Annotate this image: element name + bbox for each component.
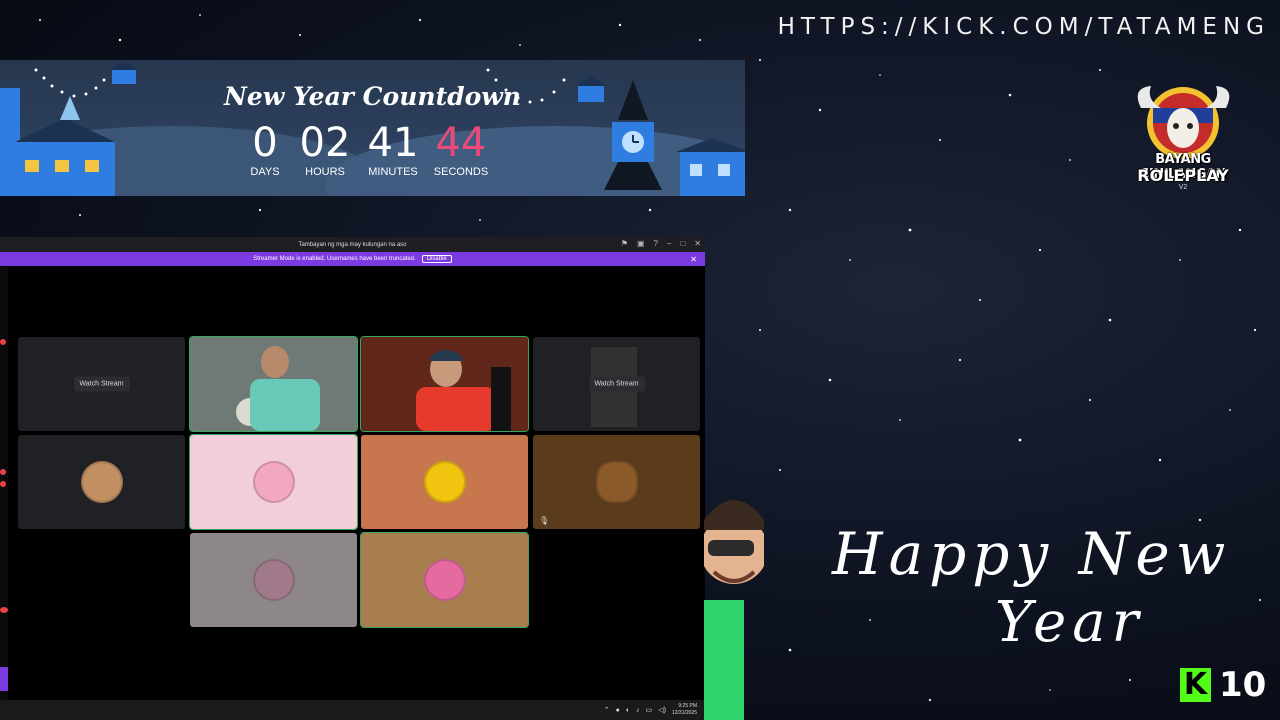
minutes-label: MINUTES — [368, 166, 418, 178]
windows-taskbar: ⌃ ● ◐ ♪ ▭ ◁) 9:25 PM 12/31/2025 — [0, 700, 705, 720]
avatar — [80, 461, 123, 503]
countdown-title: New Year Countdown — [224, 82, 521, 111]
participant-tile[interactable] — [189, 434, 358, 530]
avatar — [423, 559, 466, 601]
countdown-seconds: 44 SECONDS — [430, 122, 492, 178]
avatar — [252, 461, 295, 503]
participant-tile[interactable] — [18, 435, 185, 529]
countdown-hours: 02 HOURS — [294, 122, 356, 178]
greeting-line1: Happy New — [832, 520, 1232, 588]
camera-tile[interactable] — [189, 336, 358, 432]
window-controls: ⚑ ▣ ? – □ ✕ — [621, 239, 701, 248]
notification-dot — [0, 469, 6, 475]
countdown-units: 0 DAYS 02 HOURS 41 MINUTES 44 SECONDS — [250, 122, 492, 178]
camera-feed — [190, 337, 357, 431]
screen-icon[interactable]: ▣ — [637, 239, 645, 248]
viewer-count: 10 — [1219, 665, 1267, 705]
participant-tile[interactable] — [361, 435, 528, 529]
kick-url-text: HTTPS://KICK.COM/TATAMENG — [777, 14, 1270, 40]
help-icon[interactable]: ? — [654, 239, 658, 248]
stream-tile[interactable]: Watch Stream — [18, 337, 185, 431]
tray-app-icon[interactable]: ● — [616, 707, 620, 714]
tray-chevron-icon[interactable]: ⌃ — [604, 706, 610, 714]
maximize-icon[interactable]: □ — [680, 239, 685, 248]
stream-tile[interactable]: Watch Stream — [533, 337, 700, 431]
kick-viewer-badge: K 10 — [1180, 665, 1266, 705]
tray-app-icon[interactable]: ◐ — [626, 707, 630, 714]
banner-close-icon[interactable]: ✕ — [690, 255, 697, 264]
notification-dot — [0, 481, 6, 487]
watch-stream-button[interactable]: Watch Stream — [588, 376, 645, 392]
streamer-mode-text: Streamer Mode is enabled. Usernames have… — [253, 256, 416, 262]
notification-dot — [0, 339, 6, 345]
streamer-mode-banner: Streamer Mode is enabled. Usernames have… — [0, 252, 705, 266]
days-label: DAYS — [250, 166, 280, 178]
hours-value: 02 — [299, 120, 351, 166]
clock-time: 9:25 PM — [678, 703, 697, 709]
greeting-line2: Year — [995, 590, 1145, 655]
taskbar-clock[interactable]: 9:25 PM 12/31/2025 — [672, 703, 697, 717]
server-rail — [0, 267, 8, 707]
days-value: 0 — [252, 120, 278, 166]
user-panel-accent — [0, 667, 8, 691]
mascot-sticker — [704, 500, 764, 720]
participant-tile[interactable]: 🎙 — [533, 435, 700, 529]
volume-icon[interactable]: ◁) — [658, 706, 666, 714]
participant-tile[interactable] — [190, 533, 357, 627]
countdown-banner: New Year Countdown 0 DAYS 02 HOURS 41 MI… — [0, 60, 745, 196]
inbox-icon[interactable]: ⚑ — [621, 239, 628, 248]
avatar — [252, 559, 295, 601]
network-icon[interactable]: ▭ — [646, 706, 653, 714]
discord-window: Tambayan ng mga may kulungan na aso ⚑ ▣ … — [0, 237, 705, 720]
avatar — [423, 461, 466, 503]
clock-date: 12/31/2025 — [671, 710, 697, 716]
window-titlebar: Tambayan ng mga may kulungan na aso ⚑ ▣ … — [0, 237, 705, 252]
countdown-days: 0 DAYS — [250, 122, 280, 178]
muted-mic-icon: 🎙 — [539, 516, 550, 525]
notification-dot — [0, 607, 8, 613]
microphone-icon[interactable]: ♪ — [636, 707, 640, 714]
logo-text-version: V2 — [1178, 184, 1188, 191]
disable-button[interactable]: Disable — [421, 255, 452, 263]
countdown-minutes: 41 MINUTES — [362, 122, 424, 178]
system-tray: ⌃ ● ◐ ♪ ▭ ◁) 9:25 PM 12/31/2025 — [604, 703, 697, 717]
seconds-value: 44 — [435, 120, 487, 166]
channel-title: Tambayan ng mga may kulungan na aso — [298, 241, 407, 248]
watch-stream-button[interactable]: Watch Stream — [73, 376, 130, 392]
seconds-label: SECONDS — [433, 166, 489, 178]
participant-tile[interactable] — [360, 532, 529, 628]
hours-label: HOURS — [305, 166, 345, 178]
kick-logo-icon: K — [1180, 668, 1211, 702]
close-icon[interactable]: ✕ — [694, 239, 701, 248]
camera-tile[interactable] — [360, 336, 529, 432]
logo-text-main: ROLEPLAY — [1137, 166, 1229, 185]
camera-feed — [361, 337, 528, 431]
minutes-value: 41 — [367, 120, 419, 166]
minimize-icon[interactable]: – — [667, 239, 671, 248]
avatar — [595, 461, 638, 503]
